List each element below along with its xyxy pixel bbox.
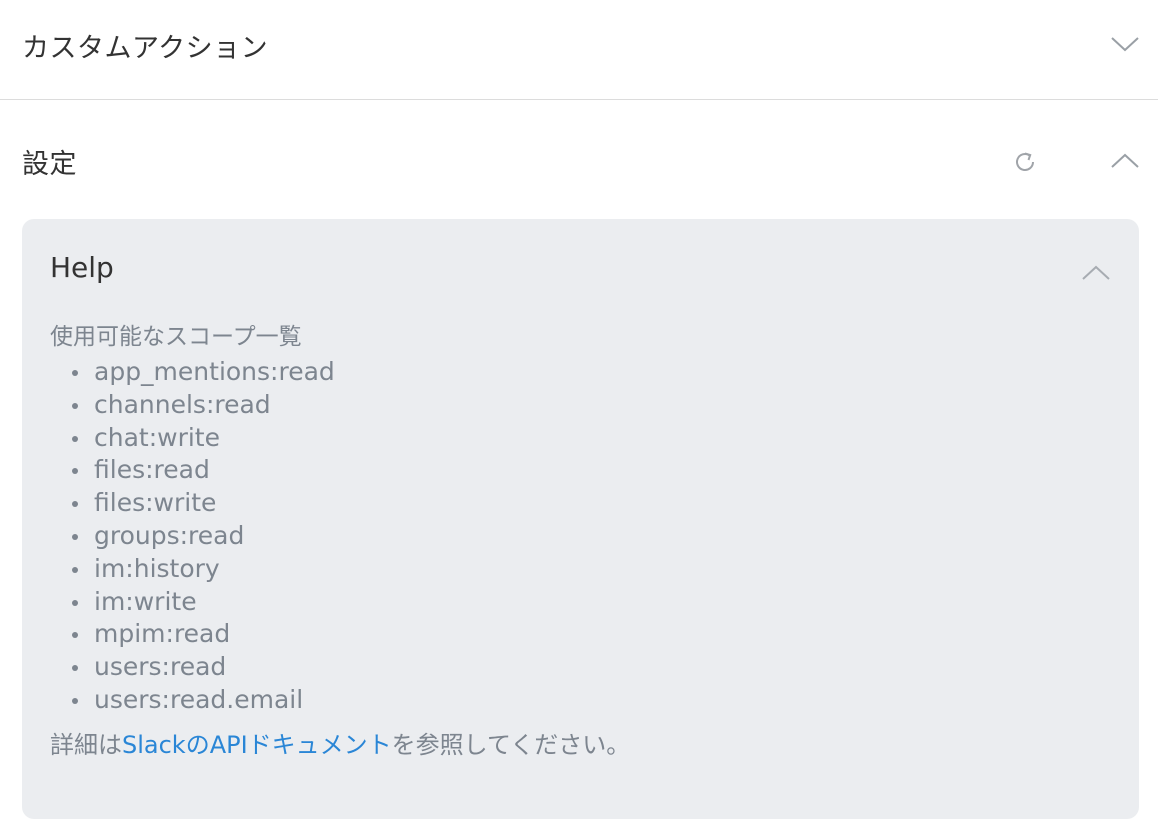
- scopes-intro: 使用可能なスコープ一覧: [50, 324, 302, 350]
- list-item: mpim:read: [50, 618, 335, 651]
- list-item: users:read: [50, 651, 335, 684]
- refresh-icon[interactable]: [1008, 145, 1042, 179]
- help-footer-note: 詳細はSlackのAPIドキュメントを参照してください。: [50, 725, 630, 760]
- list-item: im:write: [50, 586, 335, 619]
- chevron-down-icon[interactable]: [1106, 26, 1144, 62]
- footer-suffix: を参照してください。: [391, 731, 631, 759]
- list-item: channels:read: [50, 389, 335, 422]
- settings-section[interactable]: 設定: [0, 100, 1158, 216]
- list-item: files:write: [50, 487, 335, 520]
- list-item: app_mentions:read: [50, 356, 335, 389]
- help-title: Help: [50, 251, 114, 284]
- list-item: users:read.email: [50, 684, 335, 717]
- footer-prefix: 詳細は: [50, 731, 122, 759]
- list-item: groups:read: [50, 520, 335, 553]
- settings-title: 設定: [22, 149, 77, 180]
- slack-api-docs-link[interactable]: SlackのAPIドキュメント: [122, 731, 392, 759]
- scope-list: app_mentions:read channels:read chat:wri…: [50, 356, 335, 717]
- chevron-up-icon[interactable]: [1076, 255, 1116, 291]
- custom-action-section[interactable]: カスタムアクション: [0, 0, 1158, 100]
- help-panel: Help 使用可能なスコープ一覧 app_mentions:read chann…: [22, 219, 1139, 819]
- list-item: chat:write: [50, 422, 335, 455]
- list-item: files:read: [50, 454, 335, 487]
- custom-action-title: カスタムアクション: [22, 33, 269, 64]
- list-item: im:history: [50, 553, 335, 586]
- chevron-up-icon[interactable]: [1106, 143, 1144, 179]
